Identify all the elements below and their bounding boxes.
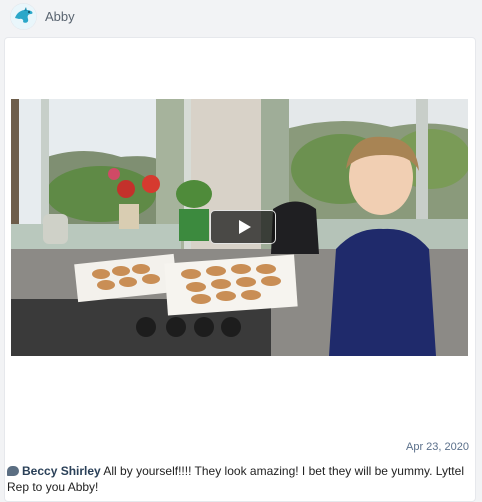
dolphin-icon (10, 3, 37, 30)
post-date: Apr 23, 2020 (406, 441, 469, 453)
comment-author[interactable]: Beccy Shirley (22, 464, 101, 478)
video-player[interactable] (11, 99, 468, 356)
play-icon (239, 220, 251, 234)
play-button[interactable] (210, 210, 276, 244)
top-bar: Abby (0, 0, 482, 34)
user-name[interactable]: Abby (45, 9, 75, 24)
post-card: Apr 23, 2020 Beccy Shirley All by yourse… (4, 37, 476, 502)
comment-icon (7, 466, 19, 476)
comment: Beccy Shirley All by yourself!!!! They l… (7, 463, 471, 495)
user-avatar[interactable] (10, 3, 37, 30)
